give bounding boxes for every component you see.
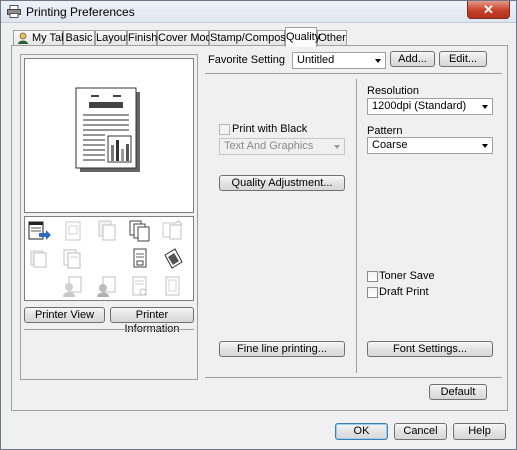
font-settings-button[interactable]: Font Settings...	[367, 341, 493, 357]
stamp-icon[interactable]	[161, 248, 185, 270]
overlay-dim-icon	[97, 276, 116, 297]
pattern-value: Coarse	[372, 139, 408, 151]
toner-save-checkbox[interactable]	[367, 271, 378, 282]
pattern-label: Pattern	[367, 125, 403, 137]
help-button[interactable]: Help	[453, 423, 506, 440]
resolution-value: 1200dpi (Standard)	[372, 100, 467, 112]
toner-save-label: Toner Save	[379, 270, 435, 282]
watermark-dim-icon	[63, 276, 82, 297]
favorite-setting-label: Favorite Setting	[208, 54, 286, 66]
chevron-down-icon	[482, 144, 488, 148]
close-button[interactable]: ✕	[467, 1, 510, 19]
title-bar: Printing Preferences ✕	[1, 1, 516, 23]
cancel-button[interactable]: Cancel	[394, 423, 447, 440]
preview-frame: Printer View Printer Information	[20, 54, 198, 380]
header-dim-icon	[132, 276, 147, 296]
fine-line-printing-button[interactable]: Fine line printing...	[219, 341, 345, 357]
pattern-select[interactable]: Coarse	[367, 137, 493, 154]
tab-quality[interactable]: Quality	[285, 27, 320, 47]
collate-icon[interactable]	[128, 220, 152, 242]
print-preview	[24, 58, 194, 213]
tab-stamp-composition[interactable]: Stamp/Composition	[209, 30, 306, 46]
staple-dim-icon	[162, 220, 183, 240]
stack-dim-icon	[30, 250, 47, 268]
draft-print-label: Draft Print	[379, 286, 429, 298]
favorite-edit-button[interactable]: Edit...	[439, 51, 487, 67]
printing-preferences-window: Printing Preferences ✕ My Tab Basic Layo…	[0, 0, 517, 450]
printer-view-button[interactable]: Printer View	[24, 307, 105, 323]
bottom-separator	[205, 377, 502, 378]
resolution-select[interactable]: 1200dpi (Standard)	[367, 98, 493, 115]
column-separator	[356, 79, 357, 373]
tab-other[interactable]: Other	[317, 30, 347, 46]
text-and-graphics-value: Text And Graphics	[224, 140, 314, 152]
text-and-graphics-select[interactable]: Text And Graphics	[219, 138, 345, 155]
favorite-setting-select[interactable]: Untitled	[292, 52, 386, 69]
print-with-black-checkbox[interactable]	[219, 124, 230, 135]
ok-button[interactable]: OK	[335, 423, 388, 440]
favorite-separator	[205, 73, 502, 74]
tab-my-tab-label: My Tab	[32, 32, 68, 44]
preview-separator	[24, 329, 194, 330]
printer-information-button[interactable]: Printer Information	[110, 307, 194, 335]
user-icon	[18, 32, 28, 44]
tab-cover-mode[interactable]: Cover Mode	[157, 30, 218, 46]
printer-icon	[7, 5, 21, 18]
resolution-label: Resolution	[367, 85, 419, 97]
copies-dim-icon	[98, 220, 116, 241]
default-button[interactable]: Default	[429, 384, 487, 400]
chevron-down-icon	[375, 59, 381, 63]
chevron-down-icon	[334, 145, 340, 149]
page-preview-icon	[75, 87, 140, 172]
favorite-setting-value: Untitled	[297, 54, 335, 66]
print-with-black-label: Print with Black	[232, 123, 308, 135]
frame-dim-icon	[165, 276, 180, 296]
window-title: Printing Preferences	[26, 5, 135, 19]
chevron-down-icon	[482, 105, 488, 109]
tab-basic[interactable]: Basic	[63, 30, 95, 46]
page-select-icon[interactable]	[128, 248, 152, 270]
booklet-dim-icon	[63, 249, 81, 269]
tab-layout[interactable]: Layout	[95, 30, 129, 46]
printer-layout-icon[interactable]	[28, 220, 52, 242]
tab-finish[interactable]: Finish	[127, 30, 157, 46]
tab-my-tab[interactable]: My Tab	[13, 30, 67, 46]
function-icon-grid	[24, 216, 194, 301]
favorite-add-button[interactable]: Add...	[390, 51, 435, 67]
draft-print-checkbox[interactable]	[367, 287, 378, 298]
quality-tab-panel: Printer View Printer Information Favorit…	[11, 45, 508, 411]
quality-adjustment-button[interactable]: Quality Adjustment...	[219, 175, 345, 191]
page-dim-icon	[65, 221, 81, 241]
